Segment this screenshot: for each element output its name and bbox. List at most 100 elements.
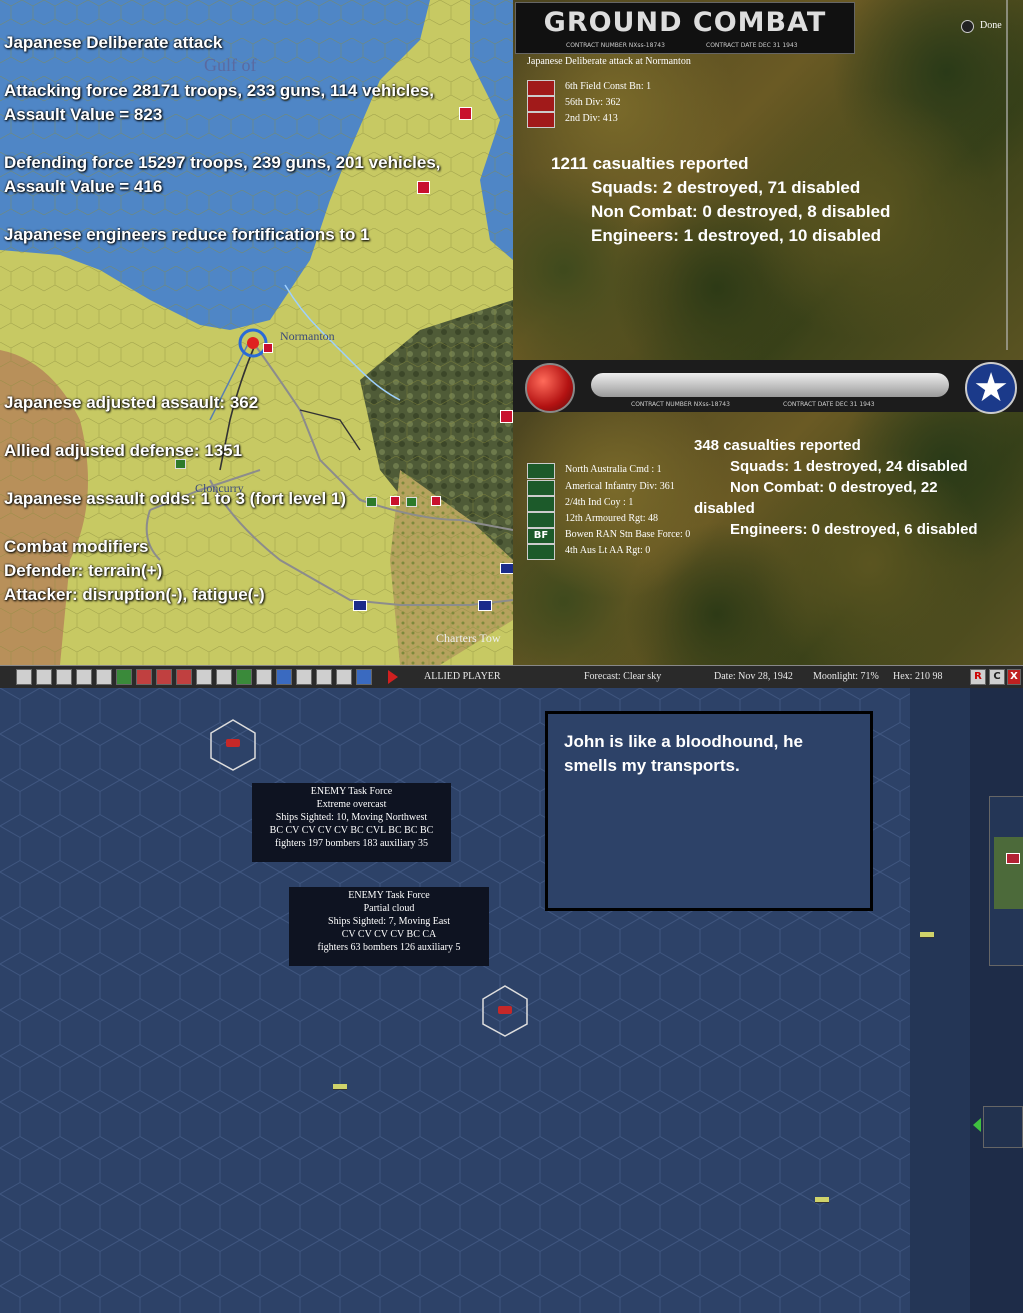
map-label-charters-towers[interactable]: Charters Tow bbox=[436, 631, 501, 646]
combat-subtitle: Japanese Deliberate attack at Normanton bbox=[527, 56, 691, 67]
report-line: Japanese Deliberate attack bbox=[4, 33, 223, 52]
toolbar-button[interactable] bbox=[136, 669, 152, 685]
scroll-left-arrow-icon[interactable] bbox=[973, 1118, 981, 1132]
toolbar-button[interactable] bbox=[216, 669, 232, 685]
attacker-casualties-total: 1211 casualties reported bbox=[551, 154, 749, 173]
aa-icon bbox=[527, 544, 555, 560]
infantry-icon bbox=[527, 80, 555, 96]
annotation-box: John is like a bloodhound, he smells my … bbox=[545, 711, 873, 911]
australian-flag-unit[interactable] bbox=[500, 563, 513, 574]
side-panel[interactable] bbox=[989, 796, 1023, 966]
defender-engineers: Engineers: 0 destroyed, 6 disabled bbox=[730, 521, 978, 538]
report-line: Attacker: disruption(-), fatigue(-) bbox=[4, 585, 265, 604]
allied-unit-marker[interactable] bbox=[406, 497, 417, 507]
defender-noncombat-cont: disabled bbox=[694, 500, 755, 517]
report-line: Assault Value = 416 bbox=[4, 177, 163, 196]
side-divider-bar: CONTRACT NUMBER NXss-18743 CONTRACT DATE… bbox=[513, 360, 1023, 414]
side-label: ALLIED PLAYER bbox=[424, 671, 501, 682]
map-label-gulf: Gulf of bbox=[204, 55, 257, 75]
map-label-normanton[interactable]: Normanton bbox=[280, 329, 335, 344]
panel-frame bbox=[1006, 0, 1008, 350]
japanese-unit-marker[interactable] bbox=[500, 410, 513, 423]
unit-label: Bowen RAN Stn Base Force: 0 bbox=[565, 529, 691, 540]
australian-flag-unit[interactable] bbox=[478, 600, 492, 611]
toolbar-button[interactable] bbox=[316, 669, 332, 685]
play-arrow-icon[interactable] bbox=[388, 670, 398, 684]
hq-icon bbox=[527, 463, 555, 479]
toolbar-button[interactable] bbox=[236, 669, 252, 685]
forecast-label: Forecast: Clear sky bbox=[584, 671, 662, 682]
report-line: Defender: terrain(+) bbox=[4, 561, 163, 580]
land-map[interactable]: Gulf of Normanton Cloncurry Charters Tow… bbox=[0, 0, 513, 665]
japanese-unit-marker[interactable] bbox=[417, 181, 430, 194]
unit-label: 6th Field Const Bn: 1 bbox=[565, 81, 652, 92]
toolbar-button[interactable] bbox=[156, 669, 172, 685]
tf-line: Partial cloud bbox=[363, 903, 415, 914]
attacker-engineers: Engineers: 1 destroyed, 10 disabled bbox=[591, 226, 882, 245]
japanese-roundel-icon bbox=[525, 363, 575, 413]
tf-line: ENEMY Task Force bbox=[348, 890, 430, 901]
ship-icon[interactable] bbox=[920, 932, 934, 938]
ship-icon[interactable] bbox=[815, 1197, 829, 1203]
tf-line: CV CV CV CV BC CA bbox=[341, 929, 437, 940]
tf-line: Ships Sighted: 7, Moving East bbox=[328, 916, 450, 927]
toolbar-button[interactable] bbox=[36, 669, 52, 685]
tf-line: ENEMY Task Force bbox=[310, 786, 393, 797]
contract-date: CONTRACT DATE DEC 31 1943 bbox=[706, 42, 798, 49]
contract-number: CONTRACT NUMBER NXss-18743 bbox=[566, 42, 665, 49]
land-tile bbox=[994, 837, 1023, 909]
attacker-noncombat: Non Combat: 0 destroyed, 8 disabled bbox=[591, 202, 891, 221]
toolbar-button[interactable] bbox=[336, 669, 352, 685]
enemy-task-force-panel[interactable]: ENEMY Task Force Extreme overcast Ships … bbox=[252, 783, 451, 862]
main-toolbar: ALLIED PLAYER Forecast: Clear sky Date: … bbox=[0, 665, 1023, 689]
toolbar-button[interactable] bbox=[56, 669, 72, 685]
report-line: Japanese adjusted assault: 362 bbox=[4, 393, 259, 412]
done-button[interactable]: Done bbox=[980, 20, 1002, 31]
unit-label: 12th Armoured Rgt: 48 bbox=[565, 513, 659, 524]
japanese-unit-marker[interactable] bbox=[431, 496, 441, 506]
japanese-unit-marker[interactable] bbox=[263, 343, 273, 353]
contract-number-lower: CONTRACT NUMBER NXss-18743 bbox=[631, 401, 730, 408]
enemy-task-force-icon[interactable] bbox=[498, 1006, 512, 1014]
contract-date-lower: CONTRACT DATE DEC 31 1943 bbox=[783, 401, 875, 408]
toolbar-button[interactable] bbox=[16, 669, 32, 685]
ground-combat-panel: GROUND COMBAT CONTRACT NUMBER NXss-18743… bbox=[513, 0, 1023, 665]
unit-label: 2nd Div: 413 bbox=[565, 113, 618, 124]
report-line: Japanese engineers reduce fortifications… bbox=[4, 225, 370, 244]
globe-button[interactable] bbox=[276, 669, 292, 685]
flag-button[interactable] bbox=[176, 669, 192, 685]
ground-combat-title-plate: GROUND COMBAT CONTRACT NUMBER NXss-18743… bbox=[515, 2, 855, 54]
toolbar-button[interactable] bbox=[296, 669, 312, 685]
us-flag-icon bbox=[1006, 853, 1020, 864]
r-button[interactable]: R bbox=[970, 669, 986, 685]
port-panel[interactable] bbox=[983, 1106, 1023, 1148]
australian-flag-unit[interactable] bbox=[353, 600, 367, 611]
attacker-squads: Squads: 2 destroyed, 71 disabled bbox=[591, 178, 861, 197]
base-force-icon: BF bbox=[527, 528, 555, 544]
enemy-task-force-icon[interactable] bbox=[226, 739, 240, 747]
done-arrow-icon[interactable] bbox=[961, 20, 974, 33]
report-line: Allied adjusted defense: 1351 bbox=[4, 441, 243, 460]
tf-line: Ships Sighted: 10, Moving Northwest bbox=[275, 812, 428, 823]
armor-icon bbox=[527, 512, 555, 528]
ocean-map[interactable]: ENEMY Task Force Extreme overcast Ships … bbox=[0, 688, 1023, 1313]
allied-unit-marker[interactable] bbox=[366, 497, 377, 507]
toolbar-button[interactable] bbox=[76, 669, 92, 685]
report-line: Attacking force 28171 troops, 233 guns, … bbox=[4, 81, 434, 100]
c-button[interactable]: C bbox=[989, 669, 1005, 685]
date-label: Date: Nov 28, 1942 bbox=[714, 671, 793, 682]
enemy-task-force-panel[interactable]: ENEMY Task Force Partial cloud Ships Sig… bbox=[289, 887, 489, 966]
close-button[interactable]: X bbox=[1007, 669, 1021, 685]
japanese-unit-marker[interactable] bbox=[390, 496, 400, 506]
allied-star-roundel-icon: ★ bbox=[965, 362, 1017, 414]
hex-label: Hex: 210 98 bbox=[893, 671, 943, 682]
toolbar-button[interactable] bbox=[356, 669, 372, 685]
toolbar-button[interactable] bbox=[256, 669, 272, 685]
toolbar-button[interactable] bbox=[196, 669, 212, 685]
unit-label: 2/4th Ind Coy : 1 bbox=[565, 497, 634, 508]
ship-icon[interactable] bbox=[333, 1084, 347, 1090]
info-button[interactable] bbox=[96, 669, 112, 685]
japanese-unit-marker[interactable] bbox=[459, 107, 472, 120]
toolbar-button[interactable] bbox=[116, 669, 132, 685]
report-line: Defending force 15297 troops, 239 guns, … bbox=[4, 153, 441, 172]
